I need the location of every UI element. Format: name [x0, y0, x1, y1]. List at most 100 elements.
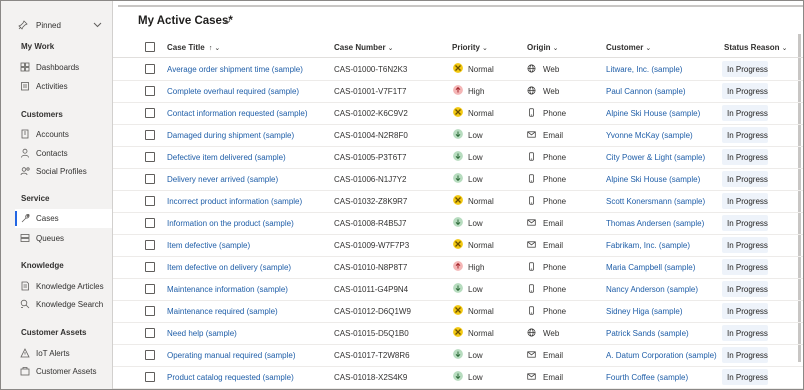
- phone-icon: [529, 108, 534, 117]
- row-checkbox[interactable]: [145, 130, 155, 140]
- case-title-link[interactable]: Need help (sample): [167, 329, 237, 338]
- case-title-link[interactable]: Contact information requested (sample): [167, 109, 308, 118]
- customer-link[interactable]: Litware, Inc. (sample): [606, 65, 682, 74]
- case-number: CAS-01018-X2S4K9: [334, 373, 408, 382]
- table-row[interactable]: Delivery never arrived (sample) CAS-01006…: [113, 168, 803, 191]
- case-title-link[interactable]: Defective item delivered (sample): [167, 153, 286, 162]
- sidebar-item-activities[interactable]: Activities: [15, 77, 112, 96]
- sidebar-item-label: Dashboards: [36, 63, 80, 72]
- sidebar-item-social-profiles[interactable]: Social Profiles: [15, 162, 112, 181]
- column-header-origin[interactable]: Origin ⌄: [527, 43, 558, 52]
- customer-link[interactable]: Maria Campbell (sample): [606, 263, 695, 272]
- row-checkbox[interactable]: [145, 64, 155, 74]
- row-checkbox[interactable]: [145, 196, 155, 206]
- row-checkbox[interactable]: [145, 218, 155, 228]
- sidebar-item-cases[interactable]: Cases: [15, 209, 112, 228]
- customer-link[interactable]: Yvonne McKay (sample): [606, 131, 693, 140]
- row-checkbox[interactable]: [145, 262, 155, 272]
- table-row[interactable]: Item defective (sample) CAS-01009-W7F7P3 N…: [113, 234, 803, 257]
- customer-link[interactable]: Fabrikam, Inc. (sample): [606, 241, 690, 250]
- row-checkbox[interactable]: [145, 350, 155, 360]
- row-checkbox[interactable]: [145, 240, 155, 250]
- row-checkbox[interactable]: [145, 372, 155, 382]
- chevron-down-icon: ⌄: [214, 45, 221, 52]
- case-title-link[interactable]: Delivery never arrived (sample): [167, 175, 278, 184]
- table-row[interactable]: Maintenance required (sample) CAS-01012-D…: [113, 300, 803, 323]
- sidebar-item-dashboards[interactable]: Dashboards: [15, 58, 112, 77]
- case-title-link[interactable]: Item defective (sample): [167, 241, 250, 250]
- case-title-link[interactable]: Information on the product (sample): [167, 219, 294, 228]
- sidebar-item-label: IoT Alerts: [36, 349, 70, 358]
- view-selector[interactable]: My Active Cases*: [138, 15, 233, 27]
- table-row[interactable]: Product catalog requested (sample) CAS-01…: [113, 366, 803, 389]
- grid-area: My Active Cases* Case Title ↑ ⌄ Case Numb…: [113, 1, 803, 389]
- customer-link[interactable]: Fourth Coffee (sample): [606, 373, 688, 382]
- row-checkbox[interactable]: [145, 108, 155, 118]
- table-row[interactable]: Contact information requested (sample) CA…: [113, 102, 803, 125]
- table-row[interactable]: Defective item delivered (sample) CAS-010…: [113, 146, 803, 169]
- table-row[interactable]: Item defective on delivery (sample) CAS-0…: [113, 256, 803, 279]
- origin-value: Email: [543, 351, 564, 360]
- status-reason-value: In Progress: [727, 241, 768, 250]
- table-row[interactable]: Average order shipment time (sample) CAS-…: [113, 58, 803, 81]
- customer-link[interactable]: City Power & Light (sample): [606, 153, 705, 162]
- chevron-down-icon[interactable]: [223, 18, 231, 26]
- row-checkbox[interactable]: [145, 86, 155, 96]
- sidebar-item-iot-alerts[interactable]: IoT Alerts: [15, 344, 112, 363]
- case-title-link[interactable]: Incorrect product information (sample): [167, 197, 302, 206]
- sidebar-item-knowledge-articles[interactable]: Knowledge Articles: [15, 277, 112, 296]
- case-title-link[interactable]: Maintenance information (sample): [167, 285, 288, 294]
- row-checkbox[interactable]: [145, 152, 155, 162]
- case-title-link[interactable]: Product catalog requested (sample): [167, 373, 294, 382]
- case-title-link[interactable]: Average order shipment time (sample): [167, 65, 303, 74]
- sidebar-item-label: Knowledge Search: [36, 300, 104, 309]
- customer-link[interactable]: A. Datum Corporation (sample): [606, 351, 717, 360]
- priority-low-icon: [453, 349, 463, 359]
- case-title-link[interactable]: Operating manual required (sample): [167, 351, 296, 360]
- customer-link[interactable]: Paul Cannon (sample): [606, 87, 686, 96]
- customer-link[interactable]: Patrick Sands (sample): [606, 329, 689, 338]
- sidebar-item-customer-assets[interactable]: Customer Assets: [15, 362, 112, 381]
- case-title-link[interactable]: Item defective on delivery (sample): [167, 263, 291, 272]
- row-checkbox[interactable]: [145, 328, 155, 338]
- customer-link[interactable]: Nancy Anderson (sample): [606, 285, 698, 294]
- table-row[interactable]: Incorrect product information (sample) CA…: [113, 190, 803, 213]
- customer-link[interactable]: Alpine Ski House (sample): [606, 175, 700, 184]
- table-row[interactable]: Operating manual required (sample) CAS-01…: [113, 344, 803, 367]
- case-title-link[interactable]: Maintenance required (sample): [167, 307, 278, 316]
- row-checkbox[interactable]: [145, 174, 155, 184]
- customer-link[interactable]: Alpine Ski House (sample): [606, 109, 700, 118]
- priority-value: Normal: [468, 329, 494, 338]
- customer-link[interactable]: Sidney Higa (sample): [606, 307, 682, 316]
- column-header-case-title[interactable]: Case Title ↑ ⌄: [167, 43, 220, 52]
- customer-link[interactable]: Scott Konersmann (sample): [606, 197, 705, 206]
- table-row[interactable]: Maintenance information (sample) CAS-0101…: [113, 278, 803, 301]
- column-header-status-reason[interactable]: Status Reason ⌄: [724, 43, 787, 52]
- sidebar-item-knowledge-search[interactable]: Knowledge Search: [15, 295, 112, 314]
- pinned-section-toggle[interactable]: Pinned: [1, 13, 112, 35]
- case-title-link[interactable]: Complete overhaul required (sample): [167, 87, 299, 96]
- case-title-link[interactable]: Damaged during shipment (sample): [167, 131, 294, 140]
- column-header-priority[interactable]: Priority ⌄: [452, 43, 488, 52]
- row-checkbox[interactable]: [145, 306, 155, 316]
- status-reason-value: In Progress: [727, 131, 768, 140]
- sidebar-item-contacts[interactable]: Contacts: [15, 144, 112, 163]
- table-row[interactable]: Damaged during shipment (sample) CAS-0100…: [113, 124, 803, 147]
- column-header-customer[interactable]: Customer ⌄: [606, 43, 651, 52]
- origin-value: Web: [543, 87, 560, 96]
- table-row[interactable]: Information on the product (sample) CAS-0…: [113, 212, 803, 235]
- column-header-case-number[interactable]: Case Number ⌄: [334, 43, 393, 52]
- asset-icon: [20, 367, 30, 376]
- customer-link[interactable]: Thomas Andersen (sample): [606, 219, 704, 228]
- select-all-checkbox[interactable]: [145, 42, 155, 52]
- row-checkbox[interactable]: [145, 284, 155, 294]
- sidebar-item-queues[interactable]: Queues: [15, 229, 112, 248]
- table-row[interactable]: Complete overhaul required (sample) CAS-0…: [113, 80, 803, 103]
- status-badge: In Progress: [722, 347, 768, 363]
- grid-header-row: Case Title ↑ ⌄ Case Number ⌄ Priority ⌄ Ori…: [113, 37, 803, 58]
- priority-low-icon: [453, 129, 463, 139]
- phone-icon: [529, 262, 534, 271]
- sidebar-item-accounts[interactable]: Accounts: [15, 125, 112, 144]
- table-row[interactable]: Need help (sample) CAS-01015-D5Q1B0 Normal…: [113, 322, 803, 345]
- case-number: CAS-01012-D6Q1W9: [334, 307, 411, 316]
